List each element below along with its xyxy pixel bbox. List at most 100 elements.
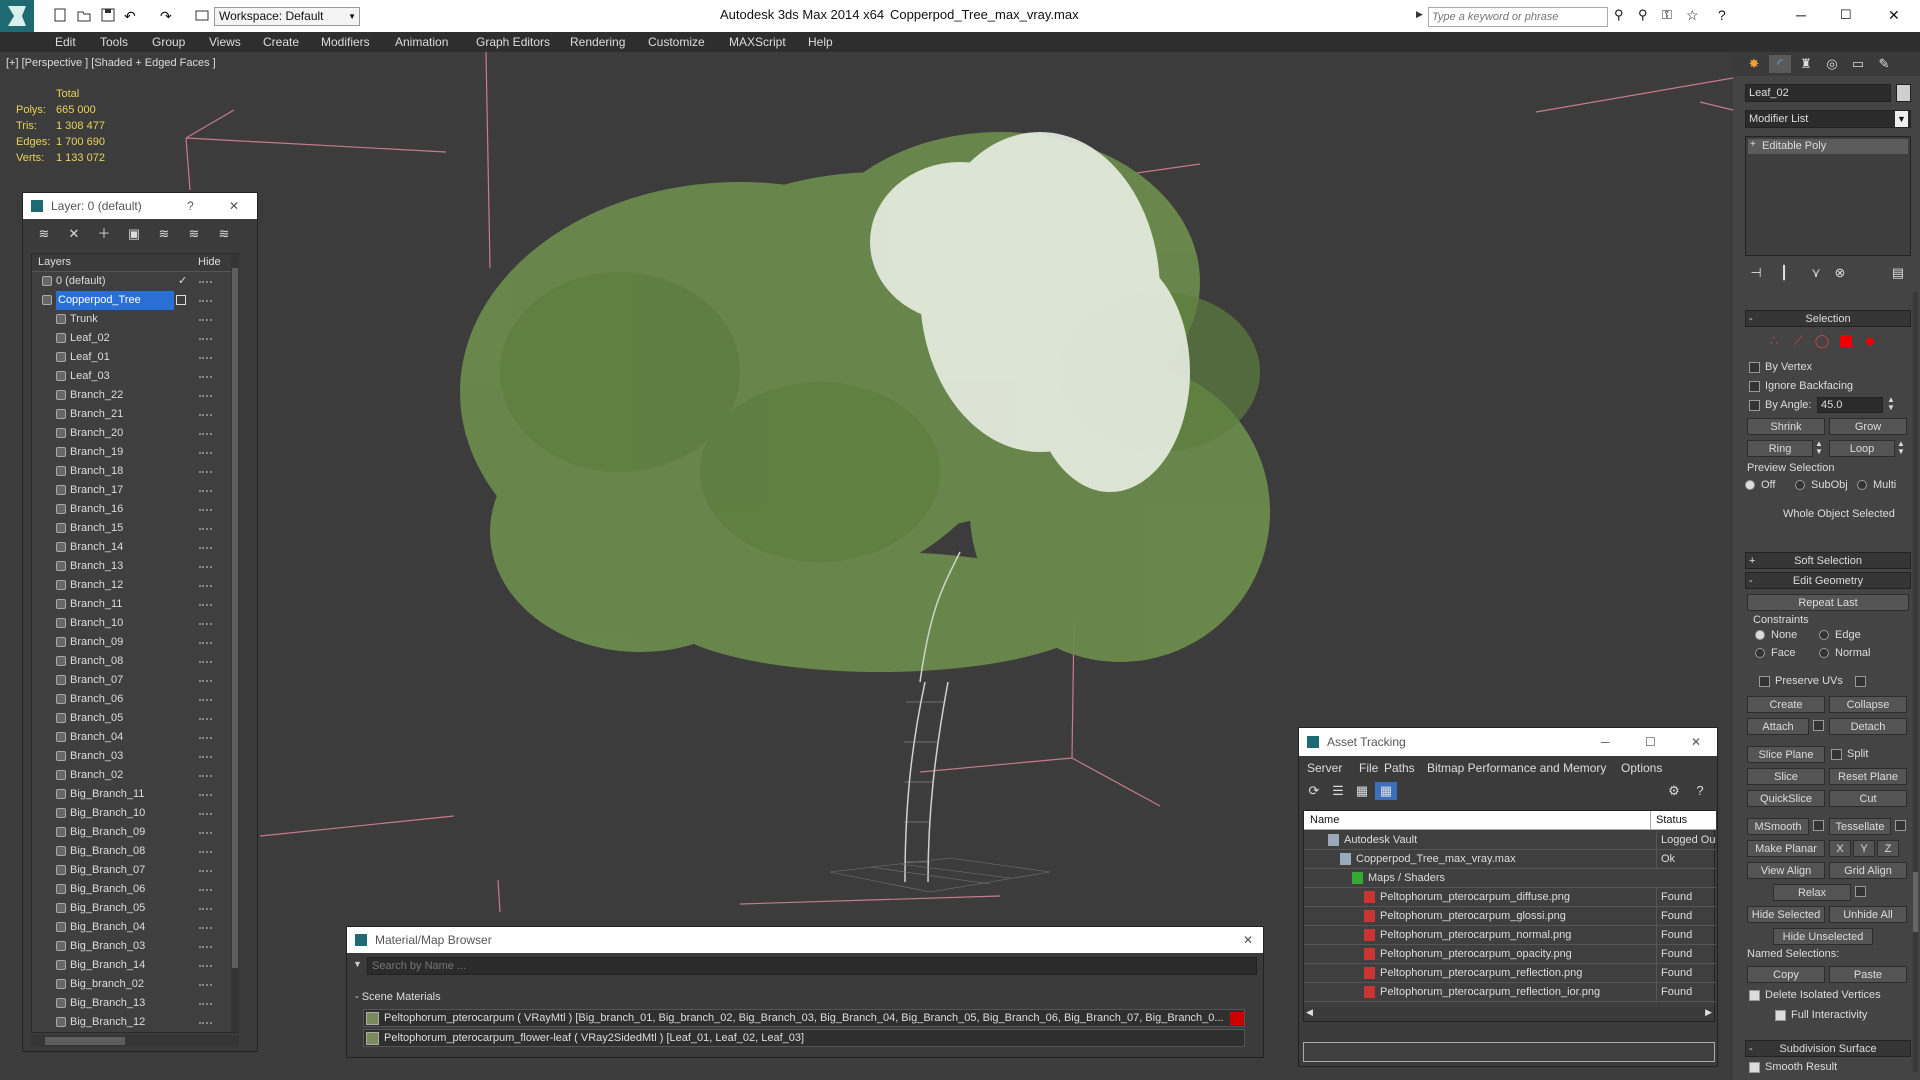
slice-plane-button[interactable]: Slice Plane xyxy=(1747,746,1825,763)
hide-toggle[interactable] xyxy=(199,832,212,834)
layer-row[interactable]: Big_Branch_13 xyxy=(32,994,230,1013)
scroll-right-icon[interactable]: ▶ xyxy=(1705,1007,1712,1018)
modify-tab-icon[interactable]: ◜ xyxy=(1769,55,1791,73)
layer-row[interactable]: 0 (default) ✓ xyxy=(32,272,230,291)
h-scrollbar-thumb[interactable] xyxy=(45,1037,125,1045)
layer-row[interactable]: Branch_14 xyxy=(32,538,230,557)
hide-toggle[interactable] xyxy=(199,547,212,549)
asset-row[interactable]: Peltophorum_pterocarpum_diffuse.png Found xyxy=(1304,888,1716,907)
project-folder-icon[interactable] xyxy=(194,7,212,25)
pin-stack-icon[interactable]: ⊣ xyxy=(1745,264,1767,282)
current-layer-checkbox[interactable] xyxy=(176,295,186,305)
relax-settings-icon[interactable] xyxy=(1855,886,1866,897)
object-color-swatch[interactable] xyxy=(1896,84,1911,102)
detach-button[interactable]: Detach xyxy=(1829,718,1907,735)
smooth-result-checkbox[interactable] xyxy=(1749,1062,1760,1073)
thumbnail-view-icon[interactable]: ▦ xyxy=(1351,782,1373,800)
close-icon[interactable]: ✕ xyxy=(1691,728,1701,756)
planar-z-button[interactable]: Z xyxy=(1877,840,1899,857)
hide-toggle[interactable] xyxy=(199,737,212,739)
hide-toggle[interactable] xyxy=(199,623,212,625)
key-icon[interactable]: ⚿ xyxy=(1662,7,1680,25)
asset-tracking-header[interactable]: Asset Tracking ─ ☐ ✕ xyxy=(1299,728,1717,756)
delete-icon[interactable]: ✕ xyxy=(63,225,85,243)
app-logo[interactable] xyxy=(0,0,34,32)
help-icon[interactable]: ? xyxy=(187,193,194,219)
cut-button[interactable]: Cut xyxy=(1829,790,1907,807)
layer-row[interactable]: Big_Branch_14 xyxy=(32,956,230,975)
preserve-uvs-settings-icon[interactable] xyxy=(1855,676,1866,687)
hide-all-icon[interactable]: ≋ xyxy=(213,225,235,243)
layer-row[interactable]: Big_Branch_06 xyxy=(32,880,230,899)
layer-row[interactable]: Big_Branch_04 xyxy=(32,918,230,937)
hide-unselected-button[interactable]: Hide Unselected xyxy=(1773,928,1873,945)
workspace-dropdown[interactable]: Workspace: Default ▼ xyxy=(214,7,360,26)
hide-toggle[interactable] xyxy=(199,699,212,701)
viewport-label[interactable]: [+] [Perspective ] [Shaded + Edged Faces… xyxy=(6,57,216,69)
menu-graph-editors[interactable]: Graph Editors xyxy=(476,32,550,52)
hide-toggle[interactable] xyxy=(199,319,212,321)
hide-toggle[interactable] xyxy=(199,509,212,511)
shrink-button[interactable]: Shrink xyxy=(1747,418,1825,435)
add-icon[interactable]: ＋ xyxy=(93,225,115,243)
help-icon[interactable]: ? xyxy=(1718,7,1736,25)
grow-button[interactable]: Grow xyxy=(1829,418,1907,435)
col-layers[interactable]: Layers xyxy=(38,256,71,268)
menu-rendering[interactable]: Rendering xyxy=(570,32,625,52)
relax-button[interactable]: Relax xyxy=(1773,884,1851,901)
make-unique-icon[interactable]: ⋎ xyxy=(1805,264,1827,282)
planar-x-button[interactable]: X xyxy=(1829,840,1851,857)
col-status[interactable]: Status xyxy=(1656,814,1687,826)
asset-row[interactable]: Autodesk Vault Logged Ou xyxy=(1304,831,1716,850)
hide-toggle[interactable] xyxy=(199,756,212,758)
hide-toggle[interactable] xyxy=(199,414,212,416)
subdivision-surface-rollout-header[interactable]: - Subdivision Surface xyxy=(1745,1040,1911,1057)
menu-create[interactable]: Create xyxy=(263,32,299,52)
select-layer-icon[interactable]: ≋ xyxy=(153,225,175,243)
msmooth-button[interactable]: MSmooth xyxy=(1747,818,1809,835)
split-checkbox[interactable] xyxy=(1831,749,1842,760)
layer-row[interactable]: Branch_02 xyxy=(32,766,230,785)
menu-paths[interactable]: Paths xyxy=(1384,761,1415,775)
remove-modifier-icon[interactable]: ⊗ xyxy=(1829,264,1851,282)
menu-customize[interactable]: Customize xyxy=(648,32,705,52)
layer-panel-header[interactable]: Layer: 0 (default) ? ✕ xyxy=(23,193,257,219)
scrollbar-thumb[interactable] xyxy=(232,268,238,968)
asset-row[interactable]: Peltophorum_pterocarpum_opacity.png Found xyxy=(1304,945,1716,964)
layer-row[interactable]: Branch_18 xyxy=(32,462,230,481)
layer-row[interactable]: Branch_15 xyxy=(32,519,230,538)
object-name-field[interactable] xyxy=(1745,84,1891,102)
table-view-icon[interactable]: ▦ xyxy=(1375,782,1397,800)
minimize-icon[interactable]: ─ xyxy=(1796,7,1814,25)
polygon-icon[interactable] xyxy=(1835,332,1857,350)
open-file-icon[interactable] xyxy=(76,7,94,25)
hide-toggle[interactable] xyxy=(199,775,212,777)
loop-button[interactable]: Loop xyxy=(1829,440,1895,457)
favorites-star-icon[interactable]: ☆ xyxy=(1686,7,1704,25)
angle-spinner[interactable] xyxy=(1817,397,1883,413)
layers-icon[interactable]: ≋ xyxy=(33,225,55,243)
modifier-list-dropdown[interactable]: Modifier List ▼ xyxy=(1745,110,1911,128)
layer-row[interactable]: Branch_03 xyxy=(32,747,230,766)
vertical-scrollbar[interactable] xyxy=(231,254,239,1032)
hide-toggle[interactable] xyxy=(199,338,212,340)
quickslice-button[interactable]: QuickSlice xyxy=(1747,790,1825,807)
layer-row[interactable]: Branch_19 xyxy=(32,443,230,462)
hide-toggle[interactable] xyxy=(199,813,212,815)
hierarchy-tab-icon[interactable]: ♜ xyxy=(1795,55,1817,73)
layer-row[interactable]: Big_Branch_09 xyxy=(32,823,230,842)
hide-toggle[interactable] xyxy=(199,946,212,948)
layer-row[interactable]: Copperpod_Tree xyxy=(32,291,230,310)
create-button[interactable]: Create xyxy=(1747,696,1825,713)
list-view-icon[interactable]: ☰ xyxy=(1327,782,1349,800)
undo-icon[interactable]: ↶ xyxy=(124,7,142,25)
menu-server[interactable]: Server xyxy=(1307,761,1342,775)
hide-toggle[interactable] xyxy=(199,300,212,302)
hide-toggle[interactable] xyxy=(199,1003,212,1005)
spinner-arrows-icon[interactable]: ▲ ▼ xyxy=(1887,396,1895,412)
preview-off-radio[interactable] xyxy=(1745,480,1755,490)
menu-modifiers[interactable]: Modifiers xyxy=(321,32,370,52)
hide-toggle[interactable] xyxy=(199,889,212,891)
constraint-normal-radio[interactable] xyxy=(1819,648,1829,658)
hide-toggle[interactable] xyxy=(199,471,212,473)
